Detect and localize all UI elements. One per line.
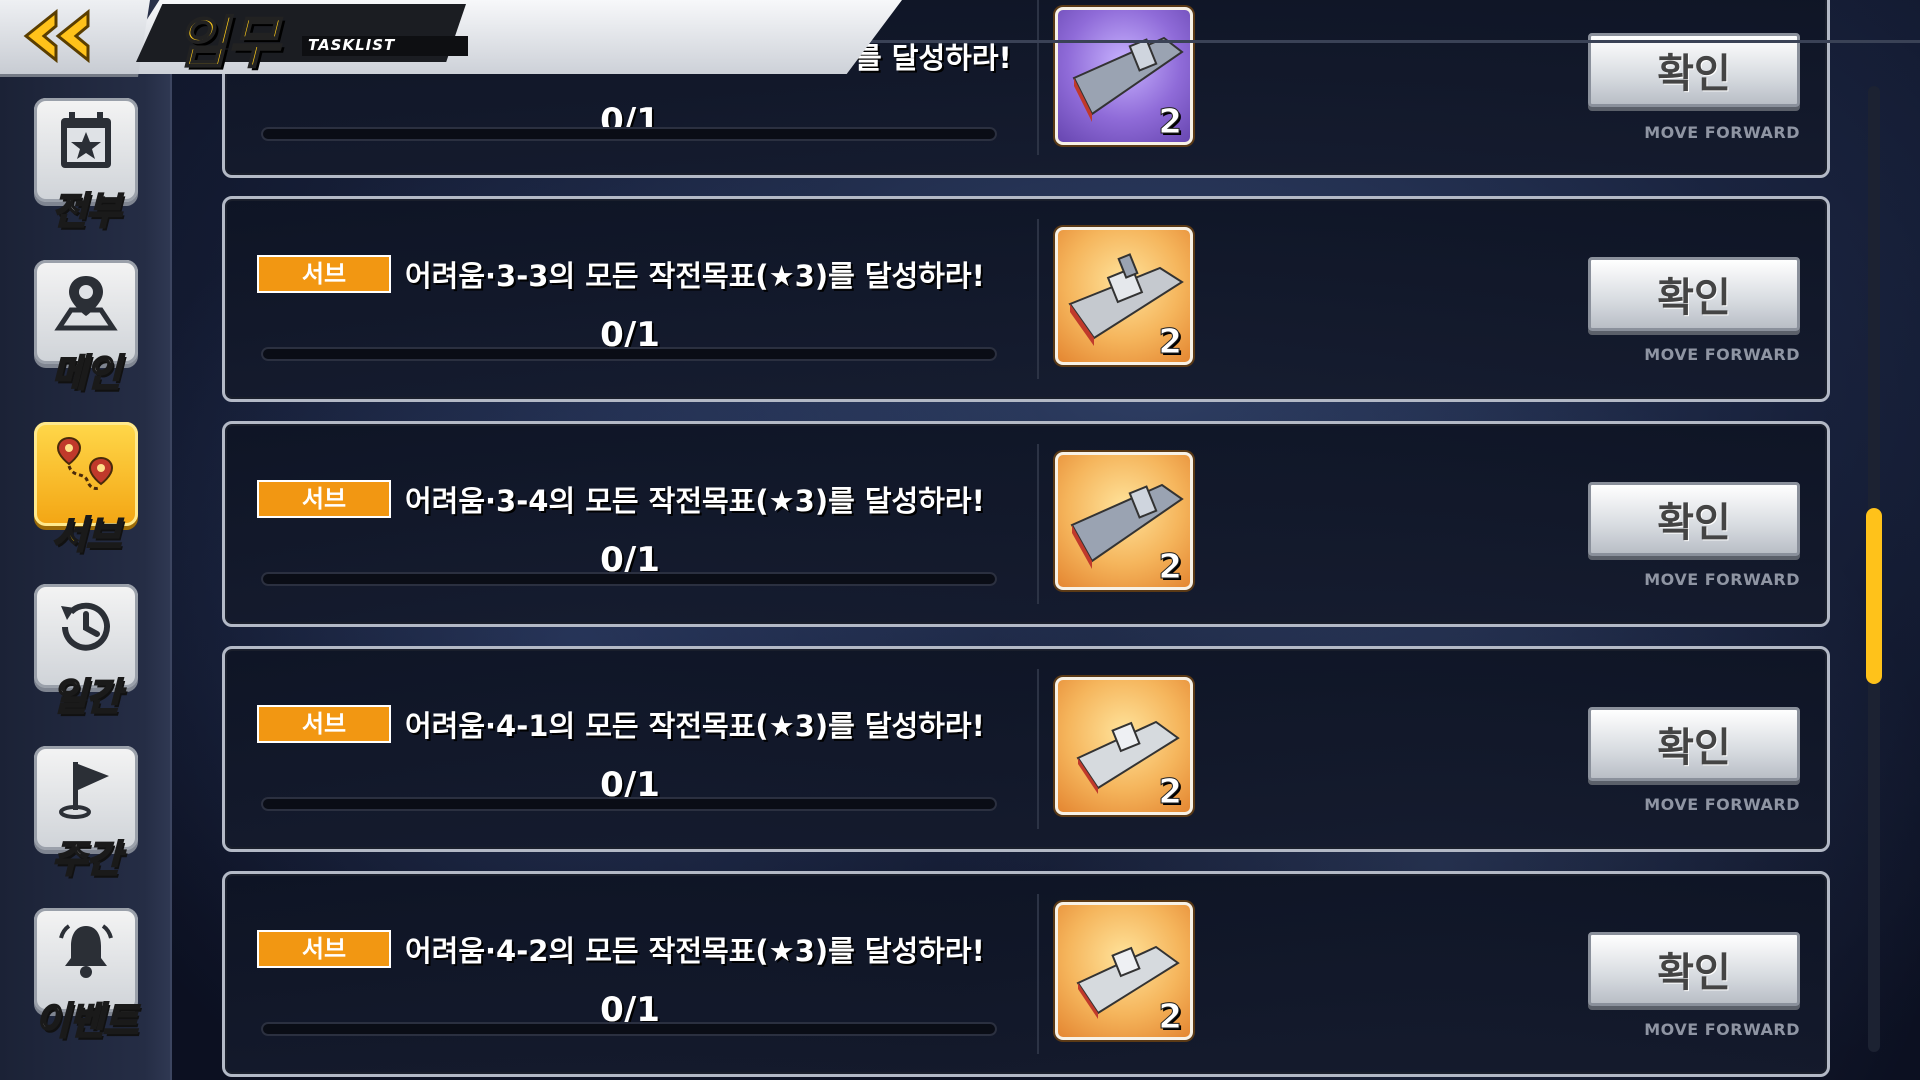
sidebar-label-event: 이벤트 (34, 998, 139, 1044)
reward-item[interactable]: 2 (1055, 7, 1193, 145)
page-subtitle: TASKLIST (302, 36, 468, 56)
sub-tag: 서브 (257, 930, 391, 968)
reward-count: 2 (1158, 322, 1183, 363)
divider (1037, 669, 1039, 829)
scrollbar-thumb[interactable] (1866, 508, 1882, 684)
reward-count: 2 (1158, 772, 1183, 813)
task-card: 서브 어려움·3-4의 모든 작전목표(★3)를 달성하라! 0/1 2 확인 … (222, 421, 1830, 627)
move-forward-label: MOVE FORWARD (1644, 123, 1800, 142)
reward-item[interactable]: 2 (1055, 902, 1193, 1040)
progress-bar (261, 572, 997, 586)
move-forward-label: MOVE FORWARD (1644, 795, 1800, 814)
sub-tag: 서브 (257, 255, 391, 293)
page-title: 임무 (175, 10, 280, 77)
confirm-button[interactable]: 확인 (1588, 707, 1800, 781)
double-chevron-left-icon (23, 8, 90, 64)
progress-bar (261, 797, 997, 811)
sidebar-label-all: 전부 (51, 188, 122, 234)
map-pin-icon (54, 276, 118, 331)
sidebar: 전부 메인 서브 일간 주간 이벤트 (0, 0, 172, 1080)
reward-count: 2 (1158, 102, 1183, 143)
sub-tag: 서브 (257, 705, 391, 743)
divider (1037, 0, 1039, 155)
reward-item[interactable]: 2 (1055, 227, 1193, 365)
task-card: 서브 어려움·4-2의 모든 작전목표(★3)를 달성하라! 0/1 2 확인 … (222, 871, 1830, 1077)
divider (1037, 894, 1039, 1054)
task-description: 어려움·3-4의 모든 작전목표(★3)를 달성하라! (405, 484, 985, 518)
route-pins-icon (56, 436, 114, 490)
task-description: 어려움·4-2의 모든 작전목표(★3)를 달성하라! (405, 934, 985, 968)
reward-count: 2 (1158, 997, 1183, 1038)
star-calendar-icon (61, 112, 111, 168)
confirm-button[interactable]: 확인 (1588, 33, 1800, 107)
move-forward-label: MOVE FORWARD (1644, 1020, 1800, 1039)
history-clock-icon (61, 602, 110, 651)
confirm-button[interactable]: 확인 (1588, 482, 1800, 556)
divider (1037, 219, 1039, 379)
sidebar-label-daily: 일간 (51, 674, 122, 720)
reward-count: 2 (1158, 547, 1183, 588)
progress-bar (261, 127, 997, 141)
reward-item[interactable]: 2 (1055, 677, 1193, 815)
sidebar-label-weekly: 주간 (51, 836, 122, 882)
bell-icon (59, 924, 113, 978)
move-forward-label: MOVE FORWARD (1644, 570, 1800, 589)
divider (1037, 444, 1039, 604)
confirm-button[interactable]: 확인 (1588, 932, 1800, 1006)
header: 임무 TASKLIST (0, 0, 902, 78)
task-card: 서브 어려움·4-1의 모든 작전목표(★3)를 달성하라! 0/1 2 확인 … (222, 646, 1830, 852)
progress-bar (261, 347, 997, 361)
task-description: 어려움·4-1의 모든 작전목표(★3)를 달성하라! (405, 709, 985, 743)
progress-bar (261, 1022, 997, 1036)
reward-item[interactable]: 2 (1055, 452, 1193, 590)
sidebar-label-sub: 서브 (51, 512, 122, 558)
flag-icon (59, 762, 109, 819)
confirm-button[interactable]: 확인 (1588, 257, 1800, 331)
task-card: 서브 어려움·3-3의 모든 작전목표(★3)를 달성하라! 0/1 2 확인 … (222, 196, 1830, 402)
back-button[interactable] (0, 0, 150, 77)
task-description: 어려움·3-3의 모든 작전목표(★3)를 달성하라! (405, 259, 985, 293)
sub-tag: 서브 (257, 480, 391, 518)
sidebar-label-main: 메인 (51, 350, 122, 396)
header-divider-line (860, 40, 1920, 43)
move-forward-label: MOVE FORWARD (1644, 345, 1800, 364)
